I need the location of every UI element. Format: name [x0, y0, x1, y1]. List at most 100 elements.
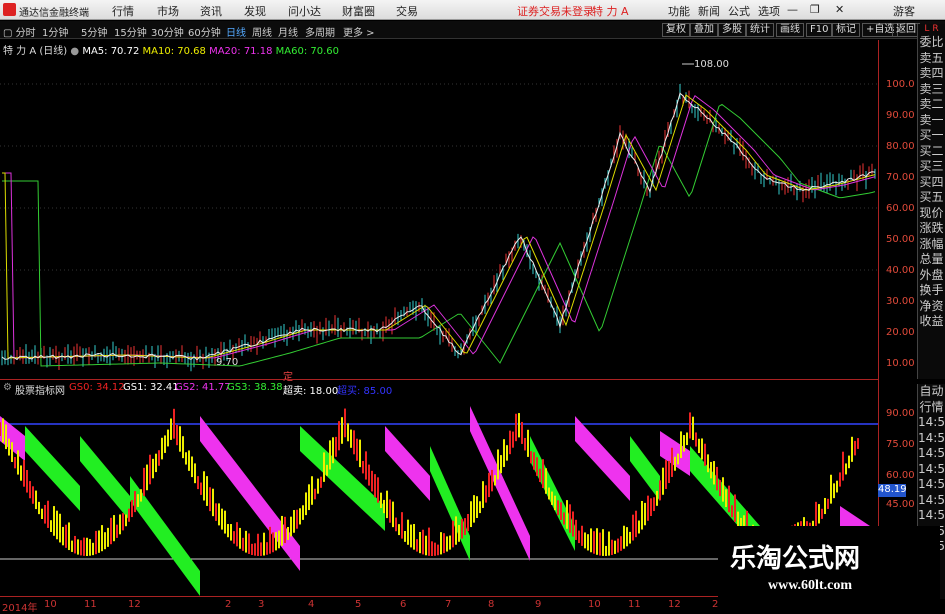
- indicator-gear-icon[interactable]: ⚙: [3, 382, 12, 393]
- restore-icon[interactable]: ❐: [810, 3, 820, 16]
- menu-news2[interactable]: 新闻: [698, 3, 720, 19]
- sidebar-item[interactable]: 外盘: [918, 268, 945, 284]
- menu-options[interactable]: 选项: [758, 3, 780, 19]
- btn-draw[interactable]: 画线: [776, 23, 804, 37]
- sidebar-item: 14:5: [918, 446, 945, 460]
- date-tick: 11: [84, 599, 97, 610]
- sidebar-item[interactable]: 换手: [918, 283, 945, 299]
- sidebar-item: 14:5: [918, 477, 945, 491]
- sidebar-item: 14:5: [918, 430, 945, 445]
- watermark-url: www.60lt.com: [768, 578, 852, 593]
- gs1-label: GS1: 32.41: [123, 382, 179, 393]
- app-logo-icon: [3, 3, 16, 16]
- period-15min[interactable]: 15分钟: [114, 24, 147, 39]
- sidebar-item[interactable]: 委比: [918, 35, 945, 51]
- menu-trade[interactable]: 交易: [396, 3, 418, 19]
- date-tick: 10: [588, 599, 601, 610]
- date-tick: 4: [308, 599, 315, 610]
- login-notice[interactable]: 证券交易未登录: [517, 3, 594, 19]
- period-1min[interactable]: 1分钟: [42, 24, 68, 39]
- btn-mark[interactable]: 标记: [832, 23, 860, 37]
- price-tick: 70.00: [886, 172, 915, 183]
- quote-sidebar: L R 委比 卖五 卖四 卖三 卖二 卖一 买一 买二 买三 买四 买五 现价 …: [917, 24, 945, 379]
- date-tick: 6: [400, 599, 407, 610]
- sidebar-r: R: [932, 24, 939, 34]
- sidebar-item[interactable]: 买五: [918, 190, 945, 206]
- menu-formula[interactable]: 公式: [728, 3, 750, 19]
- btn-multi-stock[interactable]: 多股: [718, 23, 746, 37]
- price-tick: 40.00: [886, 265, 915, 276]
- btn-restore-rights[interactable]: 复权: [662, 23, 690, 37]
- ma10-line: [2, 94, 876, 359]
- sidebar-item[interactable]: 收益: [918, 314, 945, 330]
- sidebar-item[interactable]: 买四: [918, 175, 945, 191]
- minimize-icon[interactable]: —: [787, 3, 798, 16]
- low-label: 9.70: [216, 357, 238, 368]
- price-tick: 30.00: [886, 296, 915, 307]
- menu-news[interactable]: 资讯: [200, 3, 222, 19]
- sidebar-item: 14:5: [918, 415, 945, 429]
- sidebar-lr[interactable]: L R: [918, 24, 945, 35]
- menu-xiaoda[interactable]: 问小达: [288, 3, 321, 19]
- price-tick: 100.0: [886, 79, 915, 90]
- sidebar-item[interactable]: 总量: [918, 252, 945, 268]
- period-multi[interactable]: 多周期: [305, 24, 335, 39]
- sidebar-item[interactable]: 买二: [918, 144, 945, 160]
- pane-divider[interactable]: [0, 379, 878, 380]
- period-daily[interactable]: 日线: [226, 24, 246, 39]
- watermark-title: 乐淘公式网: [730, 544, 861, 574]
- gs2-label: GS2: 41.77: [175, 382, 231, 393]
- guest-button[interactable]: 游客: [893, 3, 915, 19]
- axis-divider: [878, 40, 879, 595]
- date-tick: 2014年: [2, 603, 38, 614]
- btn-overlay[interactable]: 叠加: [690, 23, 718, 37]
- period-30min[interactable]: 30分钟: [151, 24, 184, 39]
- date-tick: 8: [488, 599, 495, 610]
- sidebar-item[interactable]: 卖二: [918, 97, 945, 113]
- indicator-band: [80, 436, 130, 521]
- current-value-badge: 48.19: [878, 484, 907, 497]
- btn-back[interactable]: 返回: [892, 23, 920, 37]
- sidebar-item[interactable]: 涨跌: [918, 221, 945, 237]
- period-minute[interactable]: ▢ 分时: [3, 24, 36, 39]
- period-minute-label: 分时: [15, 28, 36, 39]
- price-tick: 80.00: [886, 141, 915, 152]
- sidebar-l: L: [924, 24, 930, 34]
- ma60-line: [2, 103, 876, 367]
- date-tick: 7: [445, 599, 452, 610]
- menu-function[interactable]: 功能: [668, 3, 690, 19]
- period-more[interactable]: 更多 >: [343, 24, 375, 39]
- sidebar-item[interactable]: 行情: [918, 400, 945, 416]
- btn-stats[interactable]: 统计: [746, 23, 774, 37]
- period-60min[interactable]: 60分钟: [188, 24, 221, 39]
- date-tick: 5: [355, 599, 362, 610]
- sidebar-item[interactable]: 自动: [918, 384, 945, 400]
- sidebar-item[interactable]: 现价: [918, 206, 945, 222]
- sidebar-item[interactable]: 净资: [918, 299, 945, 315]
- sidebar-item[interactable]: 卖一: [918, 113, 945, 129]
- sidebar-item[interactable]: 卖三: [918, 82, 945, 98]
- close-icon[interactable]: ✕: [835, 3, 844, 16]
- price-tick: 60.00: [886, 203, 915, 214]
- menu-market[interactable]: 市场: [157, 3, 179, 19]
- sidebar-item[interactable]: 买三: [918, 159, 945, 175]
- indicator-name[interactable]: 股票指标网: [15, 382, 65, 397]
- btn-f10[interactable]: F10: [806, 23, 833, 37]
- price-chart[interactable]: 108.00 9.70: [0, 40, 878, 378]
- sidebar-item[interactable]: 卖五: [918, 51, 945, 67]
- signal-marker: 定: [283, 372, 293, 383]
- oversold-label: 超卖: 18.00: [283, 386, 339, 397]
- period-weekly[interactable]: 周线: [252, 24, 272, 39]
- ma20-line: [2, 95, 876, 359]
- sidebar-item[interactable]: 卖四: [918, 66, 945, 82]
- sidebar-item[interactable]: 涨幅: [918, 237, 945, 253]
- period-monthly[interactable]: 月线: [278, 24, 298, 39]
- title-bar: 通达信金融终端 行情 市场 资讯 发现 问小达 财富圈 交易 证券交易未登录 特…: [0, 0, 945, 20]
- menu-wealth[interactable]: 财富圈: [342, 3, 375, 19]
- menu-discover[interactable]: 发现: [244, 3, 266, 19]
- menu-quotes[interactable]: 行情: [112, 3, 134, 19]
- overbought-label: 超买: 85.00: [337, 386, 393, 397]
- period-5min[interactable]: 5分钟: [81, 24, 107, 39]
- high-label: 108.00: [694, 59, 729, 70]
- sidebar-item[interactable]: 买一: [918, 128, 945, 144]
